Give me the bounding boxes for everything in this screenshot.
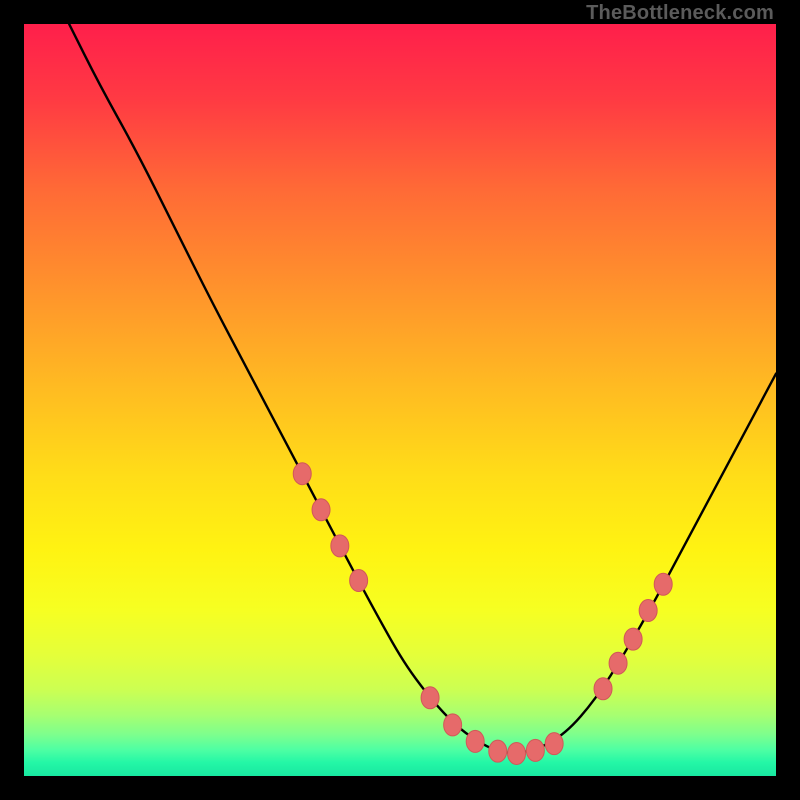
chart-frame: [24, 24, 776, 776]
curve-marker: [639, 600, 657, 622]
curve-marker: [508, 742, 526, 764]
curve-marker: [312, 499, 330, 521]
watermark-text: TheBottleneck.com: [586, 2, 774, 25]
curve-marker: [624, 628, 642, 650]
curve-marker: [466, 730, 484, 752]
bottleneck-curve: [69, 24, 776, 753]
curve-marker: [421, 687, 439, 709]
marker-group: [293, 463, 672, 765]
plot-area: [24, 24, 776, 776]
curve-marker: [331, 535, 349, 557]
curve-marker: [293, 463, 311, 485]
curve-marker: [609, 652, 627, 674]
curve-marker: [654, 573, 672, 595]
curve-marker: [545, 733, 563, 755]
curve-marker: [444, 714, 462, 736]
curve-layer: [24, 24, 776, 776]
curve-marker: [526, 739, 544, 761]
curve-marker: [350, 569, 368, 591]
curve-marker: [489, 740, 507, 762]
curve-marker: [594, 678, 612, 700]
